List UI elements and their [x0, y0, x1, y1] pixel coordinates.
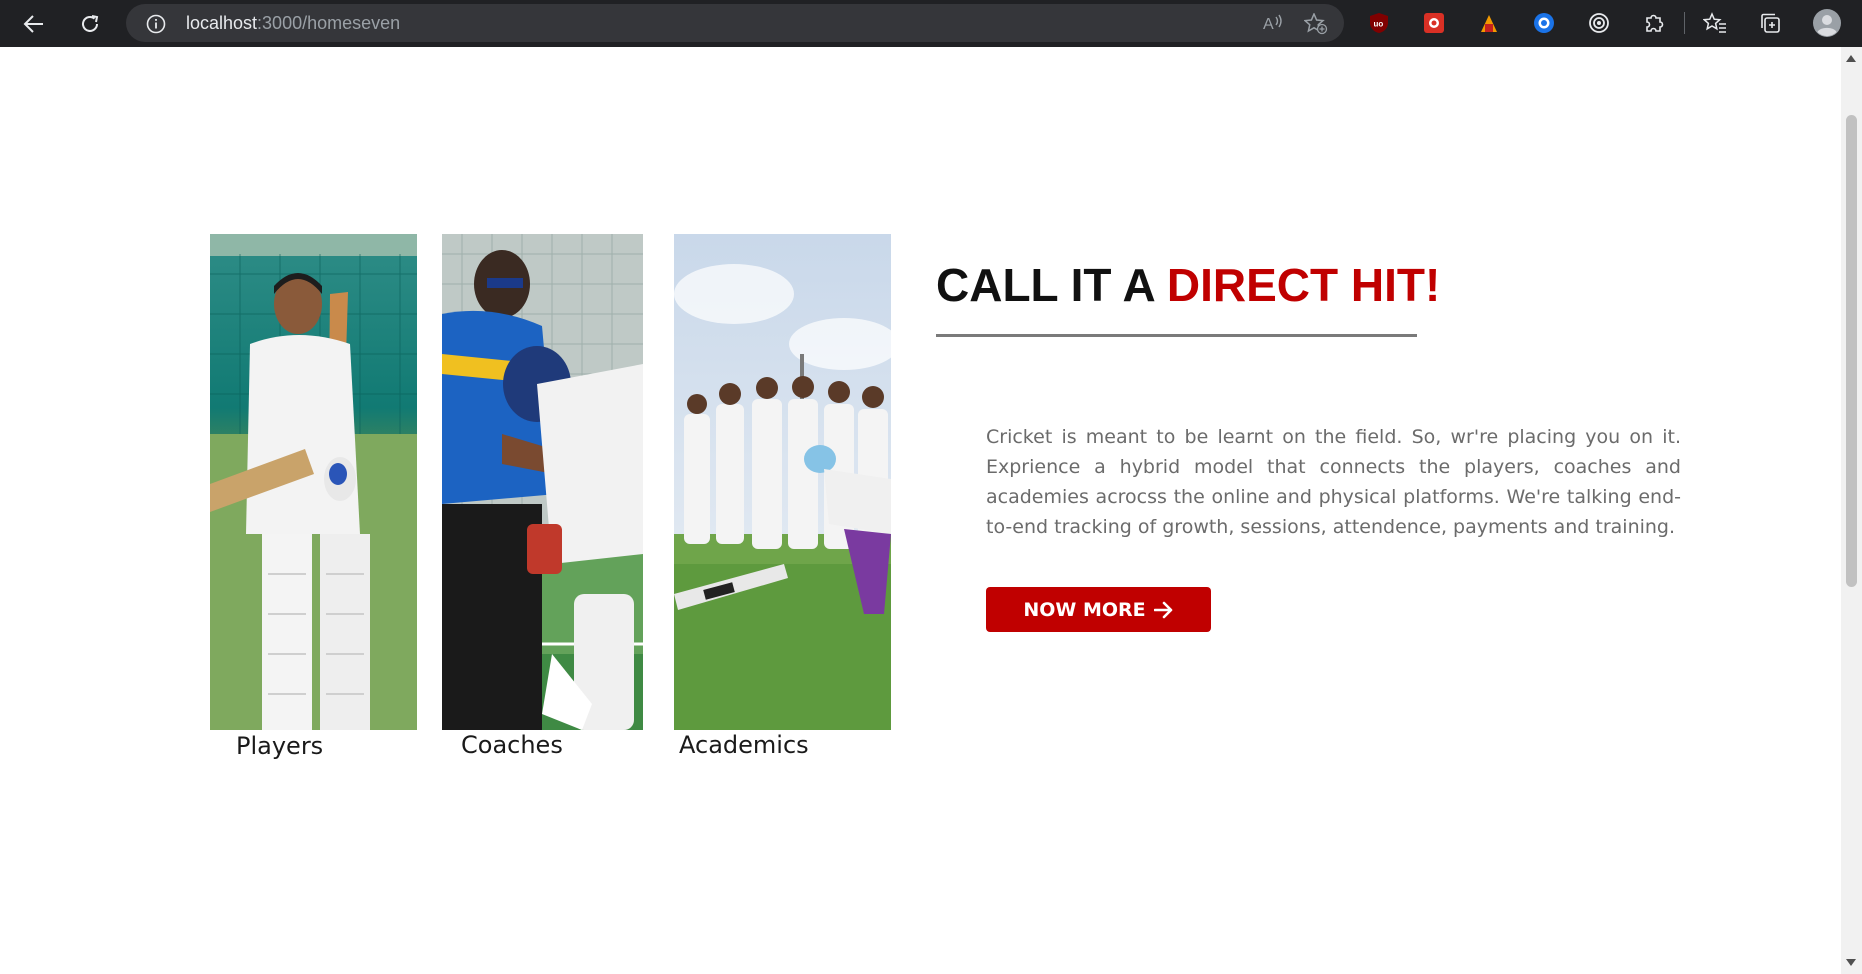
section-description: Cricket is meant to be learnt on the fie… [986, 426, 1681, 538]
address-bar[interactable]: localhost:3000/homeseven A [126, 4, 1344, 42]
players-label[interactable]: Players [236, 732, 323, 760]
heading-accent: DIRECT HIT! [1166, 259, 1441, 311]
svg-text:A: A [1263, 16, 1274, 33]
coach-training-photo [442, 234, 643, 730]
coaches-label[interactable]: Coaches [461, 731, 563, 759]
now-more-button[interactable]: NOW MORE [986, 587, 1211, 632]
scroll-down-arrow[interactable] [1846, 959, 1856, 966]
scroll-up-arrow[interactable] [1846, 55, 1856, 62]
extensions-puzzle-icon[interactable] [1641, 10, 1667, 36]
svg-text:uo: uo [1374, 20, 1384, 29]
reload-icon [82, 15, 99, 32]
academics-card[interactable] [674, 234, 891, 730]
coaches-card[interactable] [442, 234, 643, 730]
url-host: localhost [186, 13, 258, 33]
url-text: localhost:3000/homeseven [186, 13, 400, 34]
players-card[interactable] [210, 234, 417, 730]
now-more-label: NOW MORE [1023, 598, 1146, 621]
section-heading: CALL IT A DIRECT HIT! [936, 258, 1440, 312]
red-extension-icon[interactable] [1421, 10, 1447, 36]
reload-button[interactable] [72, 6, 108, 42]
scroll-thumb[interactable] [1846, 115, 1857, 587]
page-scrollbar[interactable] [1841, 47, 1862, 974]
back-button[interactable] [16, 6, 52, 42]
back-arrow-icon [23, 15, 43, 33]
ublock-extension-icon[interactable]: uo [1366, 10, 1392, 36]
target-extension-icon[interactable] [1586, 10, 1612, 36]
read-aloud-icon[interactable]: A [1262, 13, 1284, 33]
orange-extension-icon[interactable] [1476, 10, 1502, 36]
profile-avatar[interactable] [1813, 9, 1841, 37]
cricket-batsman-photo [210, 234, 417, 730]
heading-underline [936, 334, 1417, 337]
blue-extension-icon[interactable] [1531, 10, 1557, 36]
heading-lead: CALL IT A [936, 259, 1167, 311]
toolbar-divider [1684, 12, 1685, 34]
url-path: :3000/homeseven [257, 13, 401, 33]
browser-toolbar: localhost:3000/homeseven A uo [0, 0, 1862, 47]
favorites-icon[interactable] [1702, 10, 1728, 36]
academics-label[interactable]: Academics [679, 731, 809, 759]
add-favorite-icon[interactable] [1304, 13, 1328, 35]
collections-icon[interactable] [1757, 10, 1783, 36]
academy-group-photo [674, 234, 891, 730]
arrow-right-icon [1153, 601, 1172, 618]
site-info-icon[interactable] [146, 14, 166, 34]
